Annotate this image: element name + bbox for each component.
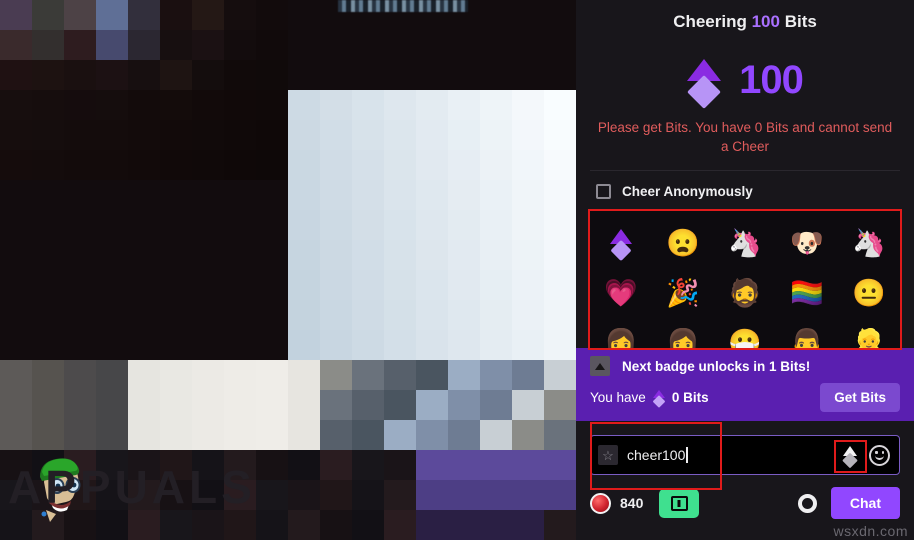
rainbow-flag-emote[interactable]: 🏳️‍🌈: [790, 277, 824, 309]
insufficient-bits-warning: Please get Bits. You have 0 Bits and can…: [597, 120, 893, 154]
clipped-emote-4[interactable]: 👨: [790, 327, 824, 348]
cheer-title-amount: 100: [751, 12, 780, 31]
cheer-amount-value: 100: [739, 57, 804, 102]
chat-input-area: ☆ cheer100 840 Chat wsxdn.com: [576, 421, 914, 540]
cheer-anonymously-checkbox[interactable]: [596, 184, 611, 199]
next-badge-text: Next badge unlocks in 1 Bits!: [622, 358, 811, 374]
clipped-emote-2[interactable]: 👩: [666, 327, 700, 348]
bits-gem-emote[interactable]: [605, 227, 637, 262]
channel-points-value: 840: [620, 495, 644, 511]
cheer-modal-title: Cheering 100 Bits: [576, 0, 914, 44]
appuals-watermark: APPUALS: [8, 461, 256, 513]
star-badge-icon: ☆: [598, 445, 618, 465]
streamer-face-emote[interactable]: 🧔: [728, 277, 762, 309]
heart-face-emote[interactable]: 💗: [604, 277, 638, 309]
emote-picker-region[interactable]: 😦 🦄 🐶 🦄 💗 🎉 🧔 🏳️‍🌈 😐 👩 👩 😷 👨 👱: [588, 209, 902, 350]
channel-points-icon: [590, 492, 611, 514]
bits-balance-banner: Next badge unlocks in 1 Bits! You have 0…: [576, 348, 914, 421]
you-have-label: You have: [590, 390, 646, 405]
chat-toolbar: 840 Chat: [590, 487, 900, 519]
chat-message-input[interactable]: ☆ cheer100: [590, 422, 900, 490]
cheer-title-suffix: Bits: [779, 12, 817, 31]
get-bits-button[interactable]: Get Bits: [820, 383, 900, 412]
emote-grid[interactable]: 😦 🦄 🐶 🦄 💗 🎉 🧔 🏳️‍🌈 😐 👩 👩 😷 👨 👱: [590, 211, 900, 348]
cheer-title-prefix: Cheering: [673, 12, 752, 31]
settings-gear-icon[interactable]: [797, 493, 817, 513]
chat-toolbar-right: Chat: [797, 487, 900, 519]
chat-input-text: cheer100: [627, 447, 688, 463]
chat-input-actions: [834, 439, 892, 473]
clipped-emote-5[interactable]: 👱: [852, 327, 886, 348]
clipped-emote-1[interactable]: 👩: [604, 327, 638, 348]
send-chat-button[interactable]: Chat: [830, 487, 900, 519]
bits-diamond-icon[interactable]: [834, 439, 867, 473]
sad-pink-face-emote[interactable]: 😦: [666, 227, 700, 259]
chat-panel: Cheering 100 Bits 100 Please get Bits. Y…: [576, 0, 914, 540]
corgi-dog-emote[interactable]: 🐶: [790, 227, 824, 259]
chat-input-value: cheer100: [627, 447, 686, 463]
cheer-amount-display: 100: [576, 44, 914, 116]
cheer-anonymously-label: Cheer Anonymously: [622, 184, 753, 199]
up-arrow-badge-icon: [590, 356, 610, 376]
bits-gem-small-icon: [652, 389, 666, 408]
gift-box-icon[interactable]: [659, 488, 700, 518]
smiley-face-icon[interactable]: [869, 444, 890, 466]
channel-points-display[interactable]: 840: [590, 492, 644, 514]
video-player[interactable]: APPUALS: [0, 0, 576, 540]
blurred-overlay-text: [338, 0, 468, 12]
site-watermark: wsxdn.com: [833, 523, 908, 539]
cheer-anonymously-row[interactable]: Cheer Anonymously: [576, 171, 914, 211]
unicorn-heart-emote[interactable]: 🦄: [852, 227, 886, 259]
clipped-emote-3[interactable]: 😷: [728, 327, 762, 348]
party-popper-emote[interactable]: 🎉: [666, 277, 700, 309]
bits-balance-value: 0 Bits: [671, 390, 709, 405]
text-cursor: [686, 447, 688, 463]
twitch-stream-page: APPUALS Cheering 100 Bits 100 Please get…: [0, 0, 914, 540]
unicorn-blob-emote[interactable]: 🦄: [728, 227, 762, 259]
bits-gem-icon: [687, 59, 722, 109]
grayscale-face-emote[interactable]: 😐: [852, 277, 886, 309]
